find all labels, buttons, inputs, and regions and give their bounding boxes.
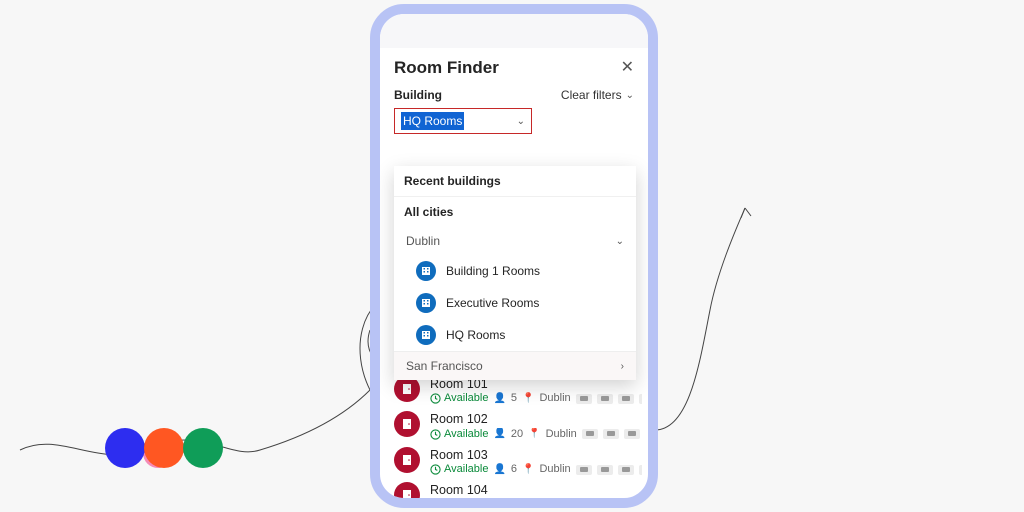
room-finder-pane: Room Finder ✕ Building Clear filters ⌄ H…: [380, 48, 648, 498]
feature-icon: [582, 429, 598, 439]
capacity-icon: 👤: [493, 464, 505, 476]
feature-icon: [618, 394, 634, 404]
close-icon[interactable]: ✕: [621, 60, 634, 76]
room-name: Room 102: [430, 411, 642, 427]
location-icon: 📍: [522, 393, 534, 405]
room-capacity: 10: [511, 499, 523, 508]
building-label: Building: [394, 88, 442, 102]
room-city: Dublin: [546, 499, 577, 508]
room-item[interactable]: Room 103Available 👤 6 📍 Dublin: [394, 447, 642, 476]
room-item[interactable]: Room 101Available👤5📍Dublin: [394, 376, 642, 405]
room-name: Room 104: [430, 482, 642, 498]
device-frame: Room Finder ✕ Building Clear filters ⌄ H…: [370, 4, 658, 508]
availability-badge: Available: [430, 392, 488, 405]
building-option[interactable]: Building 1 Rooms: [394, 255, 636, 287]
room-capacity: 6: [511, 463, 517, 476]
building-combobox-value: HQ Rooms: [401, 112, 464, 130]
feature-icon: [603, 500, 619, 508]
room-city: Dublin: [539, 463, 570, 476]
building-combobox[interactable]: HQ Rooms ⌄: [394, 108, 532, 134]
feature-icon: [639, 394, 642, 404]
location-icon: 📍: [528, 499, 540, 508]
building-option-label: Executive Rooms: [446, 296, 539, 310]
clear-filters-label: Clear filters: [561, 88, 622, 102]
clear-filters-button[interactable]: Clear filters ⌄: [561, 88, 634, 102]
building-option[interactable]: HQ Rooms: [394, 319, 636, 351]
room-item[interactable]: Room 102Available 👤 20 📍 Dublin: [394, 411, 642, 440]
building-option-label: HQ Rooms: [446, 328, 505, 342]
chevron-down-icon: ⌄: [517, 116, 525, 127]
decorative-circles: [105, 428, 222, 468]
chevron-right-icon: ›: [621, 361, 624, 372]
room-capacity: 20: [511, 428, 523, 441]
location-icon: 📍: [522, 464, 534, 476]
room-suggestions-list: Room 101Available👤5📍DublinRoom 102Availa…: [394, 376, 642, 508]
dropdown-section-allcities: All cities: [394, 197, 636, 227]
room-icon: [394, 411, 420, 437]
feature-icon: [597, 465, 613, 475]
chevron-down-icon: ⌄: [626, 90, 634, 101]
feature-icon: [597, 394, 613, 404]
building-icon: [416, 261, 436, 281]
device-statusbar: [380, 14, 648, 48]
capacity-icon: 👤: [493, 428, 505, 440]
city-label: San Francisco: [406, 359, 483, 373]
availability-badge: Available: [430, 463, 488, 476]
room-icon: [394, 447, 420, 473]
availability-badge: Available: [430, 499, 488, 508]
room-city: Dublin: [539, 392, 570, 405]
feature-icon: [582, 500, 598, 508]
city-label: Dublin: [406, 234, 440, 248]
building-option-label: Building 1 Rooms: [446, 264, 540, 278]
feature-icon: [624, 429, 640, 439]
building-icon: [416, 325, 436, 345]
feature-icon: [576, 394, 592, 404]
feature-icon: [576, 465, 592, 475]
chevron-down-icon: ⌄: [616, 236, 624, 247]
city-item-dublin[interactable]: Dublin ⌄: [394, 227, 636, 255]
room-item[interactable]: Room 104Available 👤 10 📍 Dublin: [394, 482, 642, 508]
capacity-icon: 👤: [493, 393, 505, 405]
city-item-sanfrancisco[interactable]: San Francisco ›: [394, 351, 636, 380]
location-icon: 📍: [528, 428, 540, 440]
feature-icon: [618, 465, 634, 475]
feature-icon: [624, 500, 640, 508]
room-name: Room 103: [430, 447, 642, 463]
building-dropdown: Recent buildings All cities Dublin ⌄ Bui…: [394, 166, 636, 380]
feature-icon: [603, 429, 619, 439]
dropdown-section-recent: Recent buildings: [394, 166, 636, 197]
feature-icon: [639, 465, 642, 475]
pane-title: Room Finder: [394, 58, 499, 78]
room-city: Dublin: [546, 428, 577, 441]
room-capacity: 5: [511, 392, 517, 405]
capacity-icon: 👤: [493, 499, 505, 508]
building-icon: [416, 293, 436, 313]
availability-badge: Available: [430, 428, 488, 441]
building-option[interactable]: Executive Rooms: [394, 287, 636, 319]
room-icon: [394, 482, 420, 508]
